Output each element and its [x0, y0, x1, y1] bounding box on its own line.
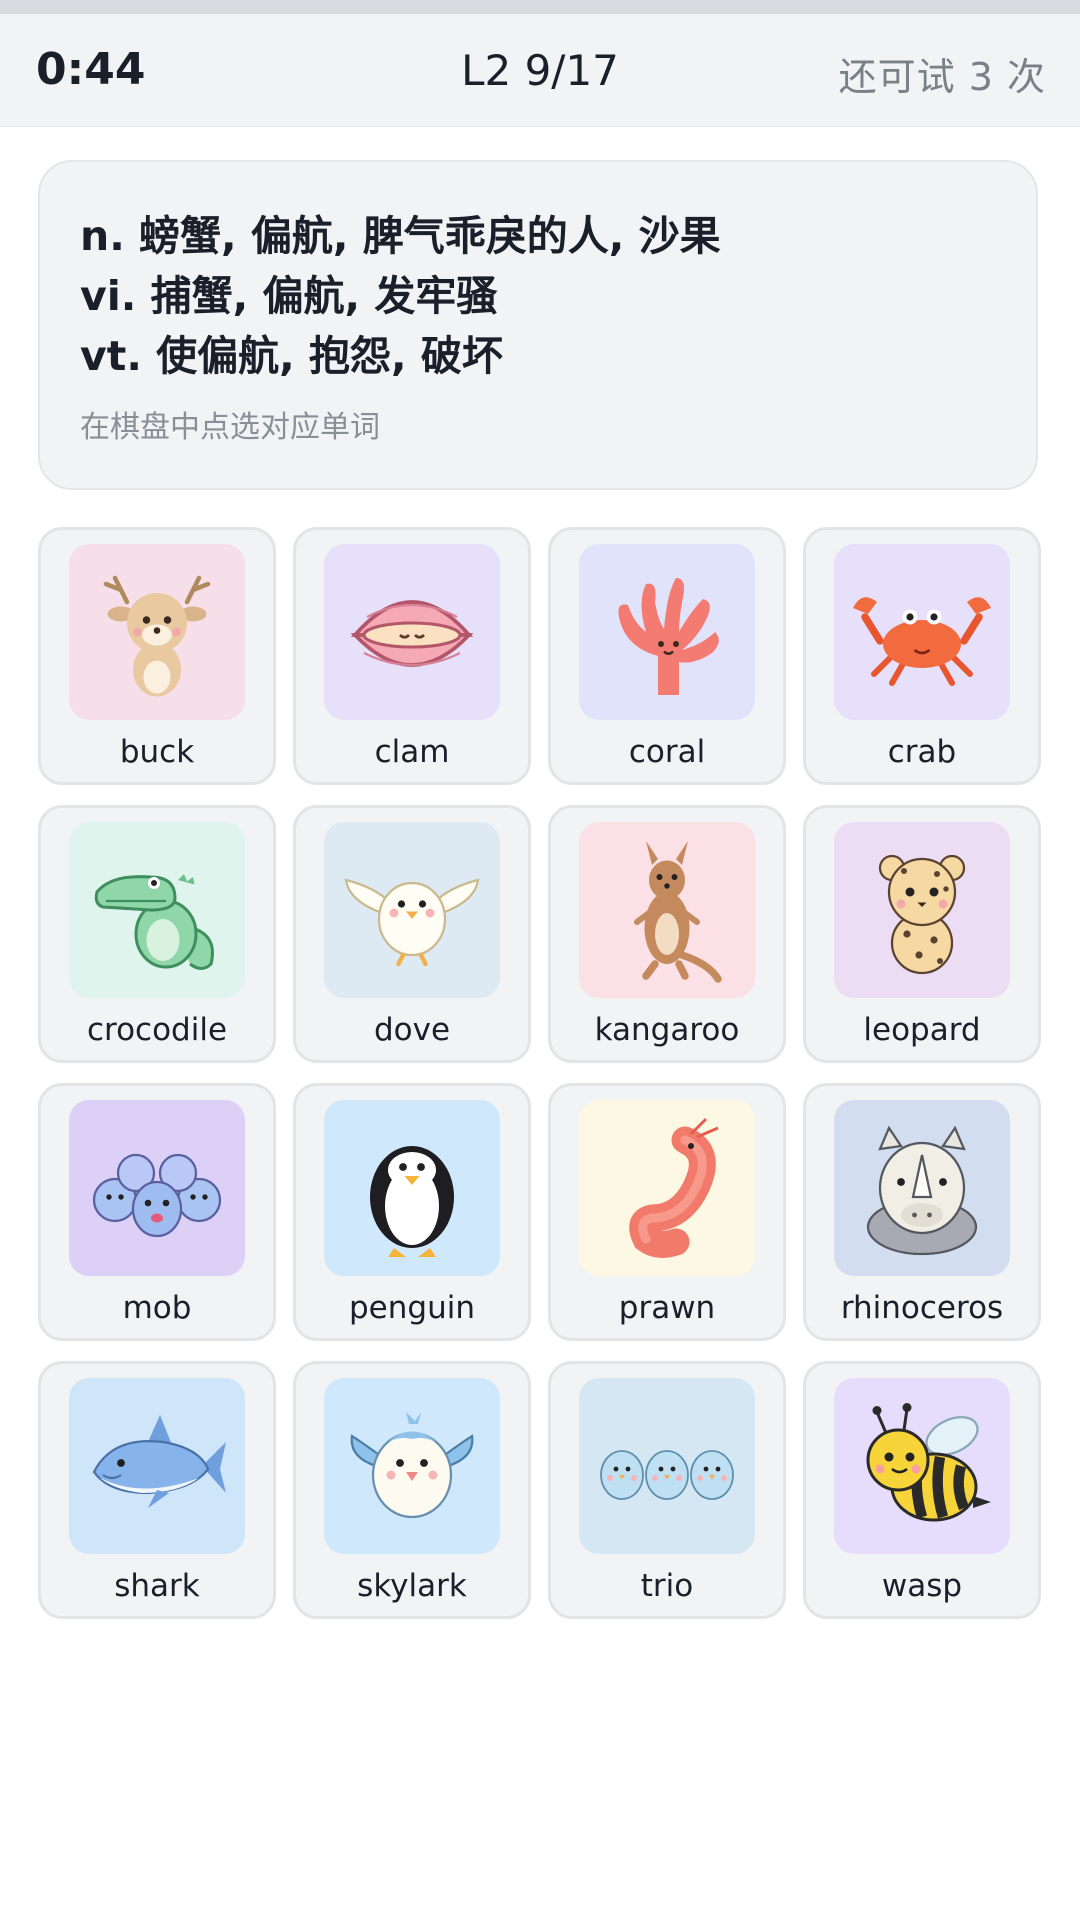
definition-intransitive-verb: vi. 捕蟹, 偏航, 发牢骚: [80, 272, 498, 320]
word-label: prawn: [618, 1290, 716, 1326]
crocodile-icon: [69, 822, 245, 998]
crowd-icon: [69, 1100, 245, 1276]
word-card-kangaroo[interactable]: kangaroo: [548, 805, 786, 1063]
word-card-buck[interactable]: buck: [38, 527, 276, 785]
status-bar-divider: [0, 0, 1080, 14]
coral-icon: [579, 544, 755, 720]
word-board: buck clam coral crab crocodile dove kang…: [38, 527, 1042, 1619]
word-card-penguin[interactable]: penguin: [293, 1083, 531, 1341]
word-card-dove[interactable]: dove: [293, 805, 531, 1063]
word-label: coral: [628, 734, 706, 770]
deer-icon: [69, 544, 245, 720]
word-card-mob[interactable]: mob: [38, 1083, 276, 1341]
clam-icon: [324, 544, 500, 720]
three-birds-icon: [579, 1378, 755, 1554]
word-label: wasp: [881, 1568, 963, 1604]
word-card-wasp[interactable]: wasp: [803, 1361, 1041, 1619]
dove-icon: [324, 822, 500, 998]
word-label: crab: [887, 734, 957, 770]
word-card-shark[interactable]: shark: [38, 1361, 276, 1619]
word-label: dove: [373, 1012, 451, 1048]
word-label: trio: [640, 1568, 694, 1604]
word-label: penguin: [349, 1290, 475, 1326]
word-card-skylark[interactable]: skylark: [293, 1361, 531, 1619]
definition-transitive-verb: vt. 使偏航, 抱怨, 破坏: [80, 332, 503, 380]
word-label: rhinoceros: [840, 1290, 1004, 1326]
prawn-icon: [579, 1100, 755, 1276]
game-header: 0:44 L2 9/17 还可试 3 次: [0, 14, 1080, 127]
word-label: skylark: [357, 1568, 467, 1604]
penguin-icon: [324, 1100, 500, 1276]
word-label: leopard: [863, 1012, 981, 1048]
remaining-tries: 还可试 3 次: [838, 55, 1046, 99]
bee-icon: [834, 1378, 1010, 1554]
kangaroo-icon: [579, 822, 755, 998]
word-label: crocodile: [86, 1012, 228, 1048]
word-card-crab[interactable]: crab: [803, 527, 1041, 785]
word-label: clam: [374, 734, 450, 770]
instruction-hint: 在棋盘中点选对应单词: [80, 410, 380, 445]
word-label: mob: [122, 1290, 192, 1326]
crab-icon: [834, 544, 1010, 720]
word-label: buck: [119, 734, 195, 770]
bird-icon: [324, 1378, 500, 1554]
word-label: shark: [114, 1568, 200, 1604]
word-card-trio[interactable]: trio: [548, 1361, 786, 1619]
leopard-icon: [834, 822, 1010, 998]
word-card-coral[interactable]: coral: [548, 527, 786, 785]
word-card-clam[interactable]: clam: [293, 527, 531, 785]
rhino-icon: [834, 1100, 1010, 1276]
word-card-rhinoceros[interactable]: rhinoceros: [803, 1083, 1041, 1341]
word-card-leopard[interactable]: leopard: [803, 805, 1041, 1063]
definition-card: n. 螃蟹, 偏航, 脾气乖戾的人, 沙果 vi. 捕蟹, 偏航, 发牢骚 vt…: [38, 160, 1038, 490]
word-label: kangaroo: [594, 1012, 740, 1048]
shark-icon: [69, 1378, 245, 1554]
word-card-crocodile[interactable]: crocodile: [38, 805, 276, 1063]
definition-noun: n. 螃蟹, 偏航, 脾气乖戾的人, 沙果: [80, 212, 721, 260]
word-card-prawn[interactable]: prawn: [548, 1083, 786, 1341]
